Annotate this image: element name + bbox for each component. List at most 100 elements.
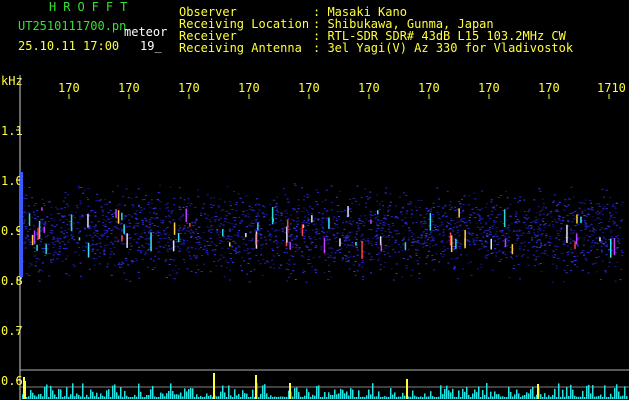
spectrum-bar <box>426 396 428 399</box>
noise-dot <box>186 222 189 224</box>
noise-dot <box>31 217 34 219</box>
noise-dot <box>552 224 554 226</box>
noise-dot <box>302 272 305 274</box>
echo-streak <box>185 208 187 223</box>
noise-dot <box>361 220 364 222</box>
noise-dot <box>129 280 132 282</box>
noise-dot <box>425 213 428 215</box>
spectrum-bar <box>412 390 414 399</box>
noise-dot <box>453 269 456 271</box>
y-tick-marks <box>16 129 20 381</box>
noise-dot <box>548 244 551 246</box>
noise-dot <box>388 239 391 241</box>
noise-dot <box>57 253 59 255</box>
noise-dot <box>148 238 151 240</box>
noise-dot <box>328 270 331 272</box>
noise-dot <box>432 240 435 241</box>
noise-dot <box>314 269 317 271</box>
noise-dot <box>435 229 438 230</box>
noise-dot <box>41 198 44 200</box>
noise-dot <box>248 208 251 210</box>
noise-dot <box>110 221 113 222</box>
noise-dot <box>522 254 525 256</box>
noise-dot <box>292 270 295 272</box>
noise-dot <box>534 265 536 267</box>
noise-dot <box>544 207 547 209</box>
noise-dot <box>140 252 143 254</box>
noise-dot <box>183 240 186 242</box>
spectrum-bar <box>198 397 200 399</box>
noise-dot <box>314 218 317 220</box>
spectrum-bar <box>394 392 396 399</box>
noise-dot <box>306 196 309 198</box>
noise-dot <box>199 237 202 239</box>
spectrum-bar <box>282 396 284 399</box>
spectrum-bar <box>78 394 80 399</box>
noise-dot <box>456 217 458 218</box>
echo-streak <box>380 243 383 252</box>
spectrum-bar <box>188 389 190 399</box>
noise-dot <box>169 186 172 188</box>
noise-dot <box>483 231 486 233</box>
noise-dot <box>33 251 36 252</box>
noise-dot <box>250 247 253 249</box>
spectrum-bar <box>334 389 336 399</box>
noise-dot <box>187 230 190 232</box>
noise-dot <box>23 197 26 199</box>
noise-dot <box>44 224 47 226</box>
noise-dot <box>519 229 522 231</box>
noise-dot <box>468 195 470 197</box>
spectrum-bar <box>34 395 36 399</box>
noise-dot <box>385 187 388 189</box>
noise-dot <box>542 203 545 204</box>
noise-dot <box>567 221 570 223</box>
noise-dot <box>544 226 547 228</box>
noise-dot <box>157 251 160 253</box>
noise-dot <box>71 236 74 238</box>
noise-dot <box>509 251 512 253</box>
noise-dot <box>430 231 432 233</box>
noise-dot <box>139 236 142 238</box>
noise-dot <box>47 253 50 255</box>
noise-dot <box>231 248 234 250</box>
noise-dot <box>94 253 97 255</box>
noise-dot <box>540 252 543 254</box>
noise-dot <box>255 254 258 256</box>
noise-dot <box>197 196 200 198</box>
spectrum-bar <box>70 394 72 399</box>
noise-dot <box>342 258 344 260</box>
noise-dot <box>428 233 431 235</box>
noise-dot <box>523 222 526 224</box>
noise-dot <box>417 249 420 251</box>
noise-dot <box>462 268 464 270</box>
noise-dot <box>162 222 165 224</box>
noise-dot <box>427 250 430 252</box>
noise-dot <box>104 244 107 246</box>
noise-dot <box>415 255 418 256</box>
echo-streak <box>464 238 466 249</box>
noise-dot <box>390 268 393 270</box>
noise-dot <box>97 220 100 222</box>
noise-dot <box>409 229 412 231</box>
noise-dot <box>495 217 498 218</box>
noise-dot <box>174 246 177 248</box>
hrofft-screen: HROFFT UT2510111700.pn meteor 25.10.11 1… <box>0 0 629 400</box>
noise-dot <box>277 214 280 216</box>
noise-dot <box>557 233 560 235</box>
noise-dot <box>553 194 556 196</box>
noise-dot <box>190 234 193 236</box>
noise-dot <box>418 207 421 208</box>
noise-dot <box>557 218 560 220</box>
spectrum-bar <box>252 389 254 399</box>
noise-dot <box>296 244 298 246</box>
noise-dot <box>537 219 540 221</box>
noise-dot <box>528 230 530 232</box>
noise-dot <box>33 229 36 231</box>
noise-dot <box>474 198 477 200</box>
spectrum-bar <box>604 385 606 399</box>
noise-dot <box>197 269 200 271</box>
noise-dot <box>154 233 157 235</box>
noise-dot <box>28 266 30 268</box>
noise-dot <box>328 239 331 241</box>
noise-dot <box>467 262 470 264</box>
